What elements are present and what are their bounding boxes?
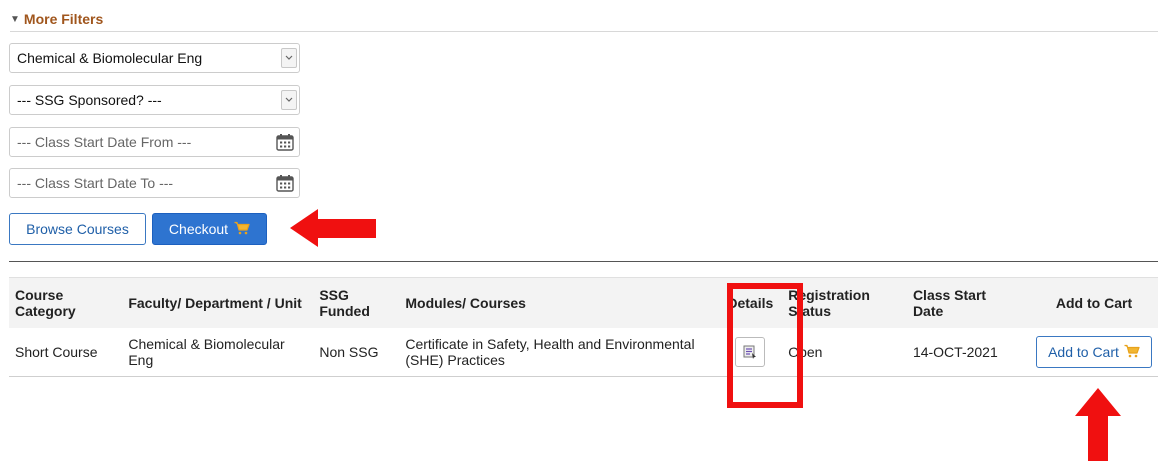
- section-divider: [9, 261, 1158, 262]
- cell-ssg-funded: Non SSG: [313, 328, 400, 377]
- cell-registration-status: Open: [782, 328, 907, 377]
- calendar-icon[interactable]: [276, 174, 294, 192]
- add-to-cart-button[interactable]: Add to Cart: [1036, 336, 1152, 368]
- browse-courses-button[interactable]: Browse Courses: [9, 213, 146, 245]
- start-from-placeholder: --- Class Start Date From ---: [17, 134, 192, 150]
- start-to-placeholder: --- Class Start Date To ---: [17, 175, 174, 191]
- column-header-modules: Modules/ Courses: [399, 277, 719, 328]
- annotation-arrow-left: [290, 209, 376, 247]
- more-filters-toggle[interactable]: ▼ More Filters: [10, 11, 103, 27]
- ssg-sponsored-select[interactable]: --- SSG Sponsored? ---: [9, 85, 300, 115]
- faculty-select[interactable]: Chemical & Biomolecular Eng: [9, 43, 300, 73]
- cart-icon: [1124, 344, 1140, 361]
- cell-faculty: Chemical & Biomolecular Eng: [122, 328, 314, 377]
- column-header-class-start-date: Class Start Date: [906, 277, 1030, 328]
- triangle-down-icon: ▼: [10, 13, 20, 25]
- details-icon: [743, 345, 757, 359]
- chevron-down-icon[interactable]: [281, 48, 297, 68]
- column-header-faculty: Faculty/ Department / Unit: [122, 277, 314, 328]
- table-row: Short Course Chemical & Biomolecular Eng…: [9, 328, 1158, 377]
- cell-details: [718, 328, 783, 377]
- table-header-row: Course Category Faculty/ Department / Uni…: [9, 277, 1158, 328]
- checkout-label: Checkout: [168, 221, 229, 237]
- filters-header: ▼ More Filters: [10, 8, 1158, 32]
- checkout-button[interactable]: Checkout: [152, 213, 267, 245]
- column-header-ssg-funded: SSG Funded: [313, 277, 400, 328]
- cell-module: Certificate in Safety, Health and Enviro…: [399, 328, 719, 377]
- column-header-details: Details: [718, 277, 783, 328]
- chevron-down-icon[interactable]: [281, 90, 297, 110]
- faculty-select-value: Chemical & Biomolecular Eng: [17, 50, 203, 66]
- cell-course-category: Short Course: [9, 328, 123, 377]
- more-filters-label: More Filters: [23, 11, 104, 27]
- details-button[interactable]: [735, 337, 766, 367]
- annotation-arrow-up: [1075, 388, 1121, 461]
- ssg-select-value: --- SSG Sponsored? ---: [17, 92, 162, 108]
- column-header-registration-status: Registration Status: [782, 277, 907, 328]
- cell-class-start-date: 14-OCT-2021: [906, 328, 1030, 377]
- class-start-date-from-input[interactable]: --- Class Start Date From ---: [9, 127, 300, 157]
- class-start-date-to-input[interactable]: --- Class Start Date To ---: [9, 168, 300, 198]
- cart-icon: [234, 221, 250, 238]
- calendar-icon[interactable]: [276, 133, 294, 151]
- cell-add-to-cart: Add to Cart: [1030, 328, 1158, 377]
- add-to-cart-label: Add to Cart: [1048, 344, 1119, 360]
- column-header-course-category: Course Category: [9, 277, 123, 328]
- column-header-add-to-cart: Add to Cart: [1030, 277, 1158, 328]
- courses-table: Course Category Faculty/ Department / Uni…: [9, 277, 1158, 377]
